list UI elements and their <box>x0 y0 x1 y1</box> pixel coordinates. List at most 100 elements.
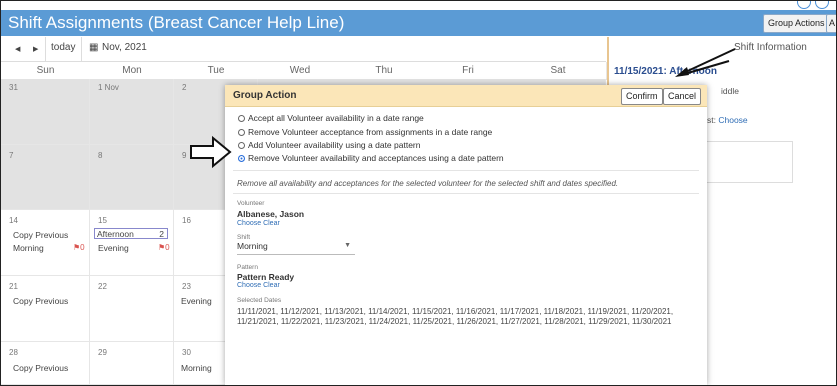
option-accept-availability[interactable]: Accept all Volunteer availability in a d… <box>238 113 424 123</box>
day-number: 7 <box>9 151 14 160</box>
panel-title: Shift Information <box>734 42 807 53</box>
divider <box>233 193 699 194</box>
option-label: Accept all Volunteer availability in a d… <box>248 113 424 123</box>
day-number: 29 <box>98 348 107 357</box>
option-label: Add Volunteer availability using a date … <box>248 140 421 150</box>
radio-button-selected[interactable] <box>238 155 245 162</box>
option-label: Remove Volunteer availability and accept… <box>248 153 504 163</box>
day-cell[interactable]: 21 Copy Previous <box>1 276 90 342</box>
day-number: 9 <box>182 151 187 160</box>
day-number: 21 <box>9 282 18 291</box>
group-action-dialog: Group Action Confirm Cancel Accept all V… <box>225 85 707 385</box>
day-cell[interactable]: 14 Copy Previous Morning ⚑0 <box>1 210 90 276</box>
day-cell[interactable]: 29 <box>90 342 174 385</box>
panel-label: st: <box>707 115 716 125</box>
panel-text: iddle <box>721 86 739 96</box>
today-button[interactable]: today <box>51 42 75 53</box>
radio-button[interactable] <box>238 115 245 122</box>
day-number: 28 <box>9 348 18 357</box>
day-cell[interactable]: 7 <box>1 145 90 210</box>
shift-label[interactable]: Evening <box>98 243 129 253</box>
calendar-icon[interactable]: ▦ <box>89 42 98 53</box>
weekday-thu: Thu <box>342 62 427 80</box>
chevron-down-icon: ▼ <box>344 242 351 249</box>
next-arrow-icon[interactable]: ▶ <box>33 45 38 53</box>
group-actions-button[interactable]: Group Actions <box>763 14 830 33</box>
weekday-tue: Tue <box>174 62 259 80</box>
selected-shift-afternoon[interactable]: Afternoon 2 <box>94 228 168 239</box>
pattern-choose-clear[interactable]: Choose Clear <box>237 282 280 289</box>
day-number: 2 <box>182 83 187 92</box>
day-number: 15 <box>98 216 107 225</box>
pointer-arrow-icon <box>675 48 736 77</box>
weekday-wed: Wed <box>258 62 343 80</box>
day-cell[interactable]: 22 <box>90 276 174 342</box>
shift-selected-value: Morning <box>237 241 268 251</box>
shift-label[interactable]: Morning <box>13 243 44 253</box>
flag-icon: ⚑0 <box>158 243 170 252</box>
day-number: 14 <box>9 216 18 225</box>
option-remove-availability-pattern[interactable]: Remove Volunteer availability and accept… <box>238 153 504 163</box>
cancel-button[interactable]: Cancel <box>663 88 702 105</box>
selected-dates-line: 11/11/2021, 11/12/2021, 11/13/2021, 11/1… <box>237 307 674 316</box>
shift-select[interactable]: Morning ▼ <box>237 241 355 255</box>
circle-icon[interactable] <box>797 1 811 9</box>
volunteer-name: Albanese, Jason <box>237 209 305 219</box>
shift-label[interactable]: Morning <box>181 363 212 373</box>
option-label: Remove Volunteer acceptance from assignm… <box>248 127 493 137</box>
month-label[interactable]: Nov, 2021 <box>102 42 147 53</box>
weekday-fri: Fri <box>426 62 511 80</box>
divider <box>233 170 699 171</box>
divider <box>81 37 82 61</box>
weekday-sun: Sun <box>1 62 91 80</box>
confirm-button[interactable]: Confirm <box>621 88 663 105</box>
pattern-status: Pattern Ready <box>237 272 295 282</box>
shift-label: Afternoon <box>97 229 134 239</box>
weekday-sat: Sat <box>510 62 607 80</box>
divider <box>45 37 46 61</box>
volunteer-label: Volunteer <box>237 200 265 207</box>
copy-previous-link[interactable]: Copy Previous <box>13 296 68 306</box>
selected-dates-line: 11/21/2021, 11/22/2021, 11/23/2021, 11/2… <box>237 317 672 326</box>
selected-dates-label: Selected Dates <box>237 297 282 304</box>
radio-button[interactable] <box>238 142 245 149</box>
volunteer-choose-clear[interactable]: Choose Clear <box>237 220 280 227</box>
shift-label[interactable]: Evening <box>181 296 212 306</box>
flag-icon: ⚑0 <box>73 243 85 252</box>
app-window: Shift Assignments (Breast Cancer Help Li… <box>0 0 837 386</box>
day-cell[interactable]: 31 <box>1 79 90 145</box>
choose-link[interactable]: Choose <box>718 115 747 125</box>
day-number: 31 <box>9 83 18 92</box>
panel-text: st: Choose <box>707 115 748 125</box>
day-number: 16 <box>182 216 191 225</box>
action-description: Remove all availability and acceptances … <box>237 179 619 188</box>
calendar-toolbar: ◀ ▶ today ▦ Nov, 2021 <box>1 37 606 62</box>
extra-action-button[interactable]: A <box>826 14 836 33</box>
day-cell[interactable]: 15 Evening ⚑0 <box>90 210 174 276</box>
day-cell[interactable]: 28 Copy Previous <box>1 342 90 385</box>
page-title: Shift Assignments (Breast Cancer Help Li… <box>8 13 345 32</box>
day-number: 30 <box>182 348 191 357</box>
pattern-label: Pattern <box>237 264 258 271</box>
top-strip <box>1 1 836 10</box>
day-number: 23 <box>182 282 191 291</box>
weekday-mon: Mon <box>90 62 175 80</box>
shift-count: 2 <box>159 229 164 239</box>
day-number: 22 <box>98 282 107 291</box>
dialog-header: Group Action Confirm Cancel <box>225 85 707 107</box>
circle-icon[interactable] <box>815 1 829 9</box>
day-cell[interactable]: 8 <box>90 145 174 210</box>
copy-previous-link[interactable]: Copy Previous <box>13 230 68 240</box>
dialog-title: Group Action <box>233 90 297 101</box>
day-number: 8 <box>98 151 103 160</box>
radio-button[interactable] <box>238 129 245 136</box>
option-remove-acceptance[interactable]: Remove Volunteer acceptance from assignm… <box>238 127 492 137</box>
title-bar: Shift Assignments (Breast Cancer Help Li… <box>1 10 836 36</box>
prev-arrow-icon[interactable]: ◀ <box>15 45 20 53</box>
day-cell[interactable]: 1 Nov <box>90 79 174 145</box>
shift-label: Shift <box>237 234 251 241</box>
outlined-arrow-icon <box>190 135 232 169</box>
copy-previous-link[interactable]: Copy Previous <box>13 363 68 373</box>
day-number: 1 Nov <box>98 83 119 92</box>
option-add-availability[interactable]: Add Volunteer availability using a date … <box>238 140 420 150</box>
